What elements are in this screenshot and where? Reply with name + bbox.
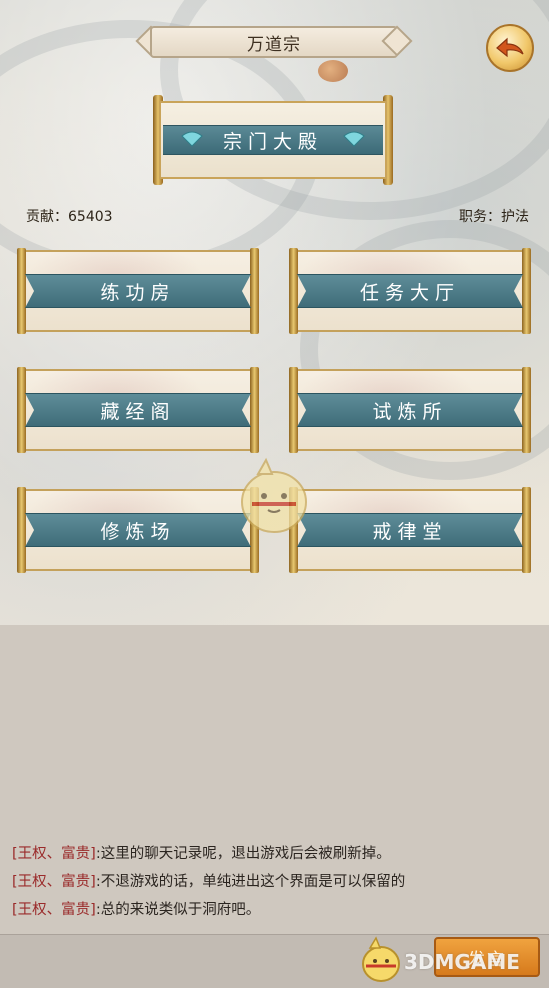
training-room-button[interactable]: 练功房 — [17, 246, 259, 336]
chat-message: [王权、富贵]:总的来说类似于洞府吧。 — [12, 896, 537, 924]
watermark-logo: 3DMGAME — [404, 950, 520, 974]
building-label: 戒律堂 — [372, 520, 448, 543]
scripture-pavilion-button[interactable]: 藏经阁 — [17, 365, 259, 455]
task-hall-button[interactable]: 任务大厅 — [289, 246, 531, 336]
scroll-rod-left — [289, 248, 298, 334]
building-label: 修炼场 — [100, 520, 176, 543]
mascot-logo-icon — [362, 936, 400, 982]
scroll-rod-left — [17, 248, 26, 334]
chat-message: [王权、富贵]:这里的聊天记录呢，退出游戏后会被刷新掉。 — [12, 840, 537, 868]
discipline-hall-button[interactable]: 戒律堂 — [289, 485, 531, 575]
chat-log: [王权、富贵]:这里的聊天记录呢，退出游戏后会被刷新掉。 [王权、富贵]:不退游… — [12, 840, 537, 924]
mascot-watermark-icon — [241, 457, 307, 533]
building-label: 试炼所 — [372, 400, 448, 423]
scroll-rod-right — [522, 487, 531, 573]
position-value: 职务：护法 — [459, 209, 529, 225]
scroll-rod-left — [17, 487, 26, 573]
building-label: 任务大厅 — [359, 281, 460, 304]
title-bar: 万道宗 — [134, 24, 414, 60]
hall-label: 宗门大殿 — [222, 130, 323, 153]
chat-text: :总的来说类似于洞府吧。 — [95, 902, 261, 918]
chat-sender: [王权、富贵] — [12, 902, 96, 918]
chat-text: :不退游戏的话，单纯进出这个界面是可以保留的 — [95, 874, 406, 890]
cultivation-field-button[interactable]: 修炼场 — [17, 485, 259, 575]
chat-text: :这里的聊天记录呢，退出游戏后会被刷新掉。 — [95, 846, 391, 862]
back-button[interactable] — [486, 24, 534, 72]
building-banner: 练功房 — [25, 274, 251, 308]
scroll-rod-right — [522, 367, 531, 453]
building-label: 藏经阁 — [100, 400, 176, 423]
page-title: 万道宗 — [247, 34, 301, 55]
fan-icon — [181, 131, 203, 147]
trial-ground-button[interactable]: 试炼所 — [289, 365, 531, 455]
building-banner: 藏经阁 — [25, 393, 251, 427]
scroll-rod-left — [17, 367, 26, 453]
chat-message: [王权、富贵]:不退游戏的话，单纯进出这个界面是可以保留的 — [12, 868, 537, 896]
sect-hall-button[interactable]: 宗门大殿 — [153, 95, 393, 185]
scroll-rod-left — [289, 367, 298, 453]
chat-sender: [王权、富贵] — [12, 874, 96, 890]
back-arrow-icon — [496, 37, 524, 58]
building-banner: 修炼场 — [25, 513, 251, 547]
building-banner: 任务大厅 — [297, 274, 523, 308]
fan-icon — [343, 131, 365, 147]
building-banner: 试炼所 — [297, 393, 523, 427]
chat-sender: [王权、富贵] — [12, 846, 96, 862]
building-label: 练功房 — [100, 281, 176, 304]
contribution-value: 贡献：65403 — [26, 209, 113, 225]
scroll-rod-right — [250, 367, 259, 453]
sun-decoration — [318, 60, 348, 82]
scroll-rod-right — [250, 248, 259, 334]
building-banner: 戒律堂 — [297, 513, 523, 547]
scroll-rod-right — [522, 248, 531, 334]
